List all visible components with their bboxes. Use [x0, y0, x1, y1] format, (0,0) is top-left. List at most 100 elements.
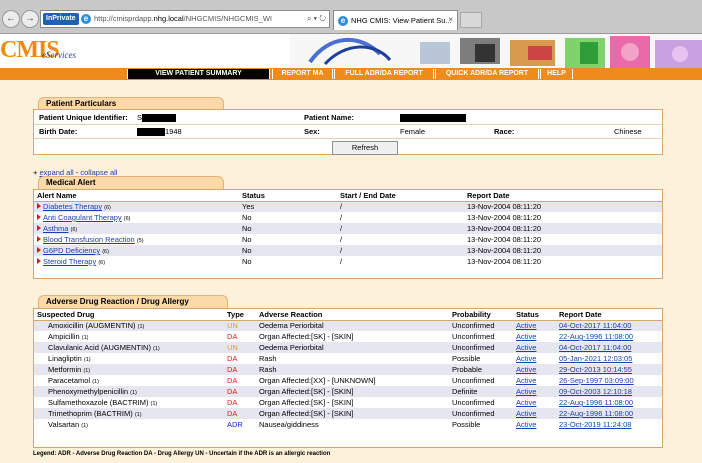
alert-report-date: 13-Nov-2004 08:11:20: [467, 235, 542, 244]
nav-quick-adr-report[interactable]: QUICK ADR/DA REPORT: [435, 69, 539, 79]
adr-report-date-link[interactable]: 04-Oct-2017 11:04:00: [559, 343, 631, 352]
alert-name-link[interactable]: Diabetes Therapy: [43, 202, 102, 211]
adr-status-link[interactable]: Active: [516, 354, 536, 363]
adr-status-link[interactable]: Active: [516, 332, 536, 341]
adr-status-link[interactable]: Active: [516, 376, 536, 385]
page-content: Patient Particulars Patient Unique Ident…: [0, 80, 702, 463]
birth-date-value: 1948: [137, 127, 182, 137]
adr-report-date-cell: 23-Oct-2019 11:24:08: [556, 419, 662, 430]
new-tab-button[interactable]: [460, 12, 482, 28]
adr-status-link[interactable]: Active: [516, 409, 536, 418]
ie-icon: e: [338, 16, 348, 26]
table-row: Linagliptin (1) DA Rash Possible Active 05-Ja…: [34, 353, 662, 364]
adr-report-date-cell: 04-Oct-2017 11:04:00: [556, 320, 662, 331]
adr-status-link[interactable]: Active: [516, 398, 536, 407]
adverse-reaction: Organ Affected:[XX] - [UNKNOWN]: [259, 376, 376, 385]
adr-status-link[interactable]: Active: [516, 365, 536, 374]
col-suspected-drug: Suspected Drug: [34, 309, 224, 321]
adverse-reaction: Rash: [256, 364, 449, 375]
adr-type: DA: [227, 332, 238, 341]
adverse-reaction: Oedema Periorbital: [256, 342, 449, 353]
adverse-reaction: Organ Affected:[SK] - [SKIN]: [259, 332, 354, 341]
col-status: Status: [239, 190, 337, 202]
close-icon[interactable]: ×: [448, 15, 453, 24]
triangle-right-icon[interactable]: [37, 236, 41, 242]
adr-report-date-link[interactable]: 26-Sep-1997 03:09:00: [559, 376, 634, 385]
adr-status-cell: Active: [513, 353, 556, 364]
address-bar[interactable]: InPrivate e http://cmisprdapp.nhg.local/…: [40, 10, 330, 28]
table-row: Sulfamethoxazole (BACTRIM) (1) DA Organ Af…: [34, 397, 662, 408]
alert-name-link[interactable]: Blood Transfusion Reaction: [43, 235, 135, 244]
redacted-block: [142, 114, 177, 123]
drug-cell: Metformin (1): [34, 364, 224, 375]
url-text[interactable]: http://cmisprdapp.nhg.local/NHGCMIS/NHGC…: [94, 14, 272, 23]
forward-icon[interactable]: →: [21, 10, 39, 28]
drug-cell: Trimethoprim (BACTRIM) (1): [34, 408, 224, 419]
drug-name: Amoxicillin (AUGMENTIN): [48, 321, 136, 331]
back-icon[interactable]: ←: [2, 10, 20, 28]
adr-status-cell: Active: [513, 397, 556, 408]
adr-report-date-cell: 26-Sep-1997 03:09:00: [556, 375, 662, 386]
address-controls[interactable]: ⌕ ▾ ↻: [307, 14, 326, 24]
adr-report-date-link[interactable]: 22-Aug-1996 11:08:00: [559, 332, 633, 341]
table-row: Anti Coagulant Therapy (6) No/13-Nov-2004…: [34, 212, 662, 223]
alert-name-cell: Blood Transfusion Reaction (5): [34, 234, 239, 245]
adr-status-link[interactable]: Active: [516, 420, 536, 429]
drug-cell: Paracetamol (1): [34, 375, 224, 386]
drug-count: (1): [137, 324, 145, 331]
url-prefix: http://cmisprdapp.: [94, 14, 154, 23]
adr-status-link[interactable]: Active: [516, 321, 536, 330]
adr-report-date-link[interactable]: 09-Oct-2003 12:10:18: [559, 387, 632, 396]
alert-dates: /: [337, 201, 464, 212]
adr-report-date-link[interactable]: 22-Aug-1996 11:08:00: [559, 398, 633, 407]
drug-name: Valsartan: [48, 420, 80, 429]
row-divider: [34, 138, 664, 139]
col-type: Type: [224, 309, 256, 321]
nav-help[interactable]: HELP: [540, 69, 573, 79]
nav-view-patient-summary[interactable]: VIEW PATIENT SUMMARY: [127, 69, 270, 79]
tab-nhg-cmis[interactable]: e NHG CMIS: View Patient Su... ×: [333, 10, 458, 30]
alert-report-date: 13-Nov-2004 08:11:20: [464, 223, 662, 234]
col-report-date: Report Date: [464, 190, 662, 202]
triangle-right-icon[interactable]: [37, 214, 41, 220]
triangle-right-icon[interactable]: [37, 258, 41, 264]
alert-name-link[interactable]: G6PD Deficiency: [43, 246, 100, 255]
adr-report-date-link[interactable]: 05-Jan-2021 12:03:05: [559, 354, 632, 363]
nav-full-adr-report[interactable]: FULL ADR/DA REPORT: [334, 69, 434, 79]
adr-status-link[interactable]: Active: [516, 387, 536, 396]
banner-image: [290, 34, 702, 68]
adr-status-link[interactable]: Active: [516, 343, 536, 352]
drug-name: Trimethoprim (BACTRIM): [48, 409, 133, 418]
triangle-right-icon[interactable]: [37, 247, 41, 253]
legend: Legend: ADR - Adverse Drug Reaction DA -…: [33, 451, 331, 457]
adr-report-date-cell: 29-Oct-2013 10:14:55: [556, 364, 662, 375]
triangle-right-icon[interactable]: [37, 225, 41, 231]
adr-report-date-cell: 22-Aug-1996 11:08:00: [556, 397, 662, 408]
sex-value: Female: [400, 127, 426, 136]
adr-report-date-link[interactable]: 22-Aug-1996 11:08:00: [559, 409, 633, 418]
drug-name: Metformin: [48, 365, 82, 374]
nav-report-ma[interactable]: REPORT MA: [272, 69, 333, 79]
drug-name: Ampicillin: [48, 332, 80, 341]
drug-cell: Amoxicillin (AUGMENTIN) (1): [34, 320, 224, 331]
adr-report-date-cell: 04-Oct-2017 11:04:00: [556, 342, 662, 353]
adr-table: Suspected Drug Type Adverse Reaction Pro…: [34, 309, 662, 430]
table-row: Steroid Therapy (6) No/13-Nov-2004 08:11:…: [34, 256, 662, 267]
adr-report-date-link[interactable]: 29-Oct-2013 10:14:55: [559, 365, 632, 374]
alert-name-link[interactable]: Asthma: [43, 224, 68, 233]
adr-report-date-link[interactable]: 23-Oct-2019 11:24:08: [559, 420, 631, 429]
triangle-right-icon[interactable]: [37, 203, 41, 210]
adr-report-date-link[interactable]: 04-Oct-2017 11:04:00: [559, 321, 631, 330]
alert-name-link[interactable]: Anti Coagulant Therapy: [43, 213, 122, 222]
alert-name-link[interactable]: Steroid Therapy: [43, 257, 96, 266]
alert-name-cell: Anti Coagulant Therapy (6): [34, 212, 239, 223]
adr-type: DA: [227, 398, 238, 407]
refresh-button[interactable]: Refresh: [332, 141, 398, 155]
adr-report-date-cell: 05-Jan-2021 12:03:05: [556, 353, 662, 364]
alert-status: Yes: [239, 201, 337, 212]
redacted-block: [137, 128, 165, 137]
url-suffix: /NHGCMIS/NHGCMIS_WI: [183, 14, 272, 23]
drug-count: (1): [150, 401, 158, 407]
drug-cell: Clavulanic Acid (AUGMENTIN) (1): [34, 342, 224, 353]
site-banner: CMIS eServices: [0, 34, 702, 68]
